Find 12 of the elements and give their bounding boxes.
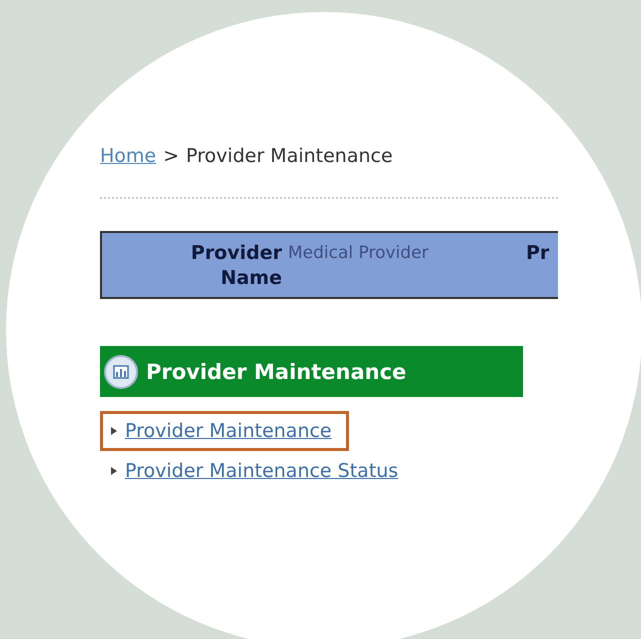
header-label: Provider Name xyxy=(190,241,282,291)
breadcrumb-separator: > xyxy=(163,145,180,167)
menu-link[interactable]: Provider Maintenance xyxy=(100,411,349,451)
chart-icon xyxy=(104,354,138,388)
home-link[interactable]: Home xyxy=(100,145,156,167)
panel-title: Provider Maintenance xyxy=(146,360,406,384)
bullet-icon xyxy=(111,467,117,475)
breadcrumb-current: Provider Maintenance xyxy=(186,145,393,167)
bullet-icon xyxy=(111,427,117,435)
header-label: Pr xyxy=(526,241,550,266)
menu-link[interactable]: Provider Maintenance Status xyxy=(100,451,406,491)
header-value: Medical Provider xyxy=(287,242,430,265)
